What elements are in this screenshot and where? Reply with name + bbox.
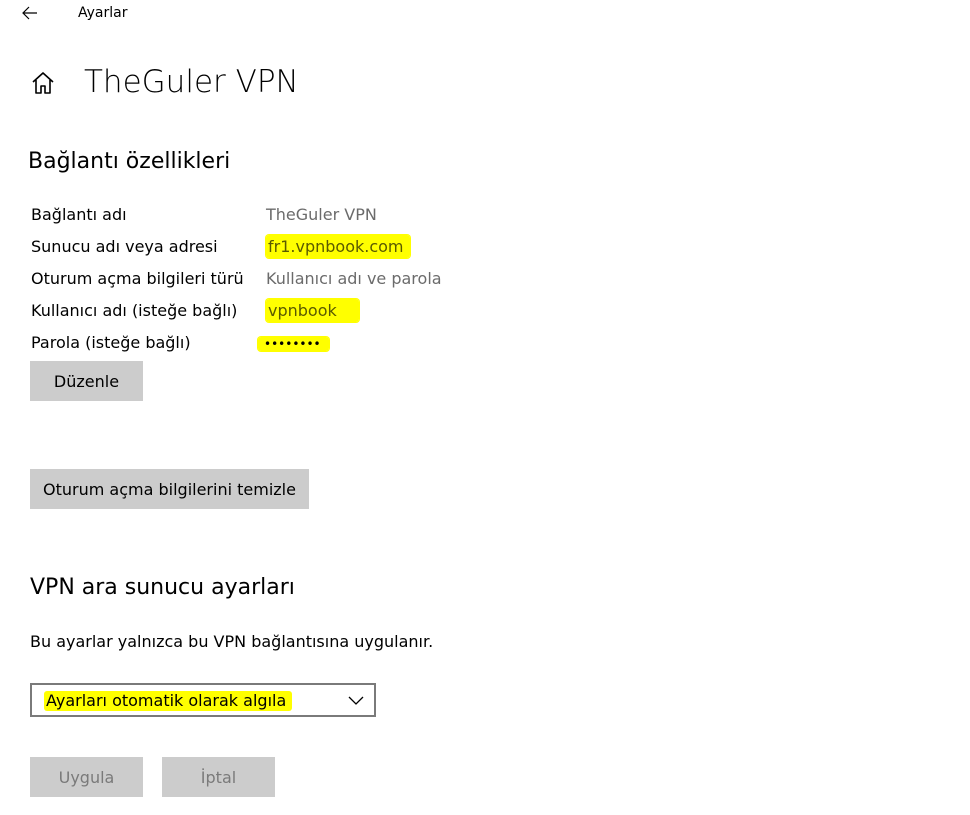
username-text: vpnbook <box>266 299 359 322</box>
clear-signin-info-button[interactable]: Oturum açma bilgilerini temizle <box>30 469 309 509</box>
apply-button[interactable]: Uygula <box>30 757 143 797</box>
connection-properties-heading: Bağlantı özellikleri <box>28 149 231 174</box>
back-button[interactable] <box>14 0 46 26</box>
password-text: •••••••• <box>258 337 329 351</box>
home-icon[interactable] <box>30 70 56 96</box>
proxy-settings-dropdown[interactable]: Ayarları otomatik olarak algıla <box>30 683 376 717</box>
edit-button[interactable]: Düzenle <box>30 361 143 401</box>
username-label: Kullanıcı adı (isteğe bağlı) <box>31 301 238 320</box>
server-address-label: Sunucu adı veya adresi <box>31 237 218 256</box>
username-value: vpnbook <box>266 299 359 322</box>
chevron-down-icon <box>348 696 364 705</box>
server-address-value: fr1.vpnbook.com <box>266 235 410 258</box>
password-label: Parola (isteğe bağlı) <box>31 333 191 352</box>
proxy-dropdown-value: Ayarları otomatik olarak algıla <box>44 691 293 711</box>
vpn-proxy-heading: VPN ara sunucu ayarları <box>30 575 295 600</box>
proxy-description: Bu ayarlar yalnızca bu VPN bağlantısına … <box>30 632 434 651</box>
cancel-button[interactable]: İptal <box>162 757 275 797</box>
connection-name-label: Bağlantı adı <box>31 205 127 224</box>
back-arrow-icon <box>22 6 37 20</box>
server-address-text: fr1.vpnbook.com <box>266 235 410 258</box>
connection-name-value: TheGuler VPN <box>266 205 377 224</box>
signin-info-type-label: Oturum açma bilgileri türü <box>31 269 244 288</box>
signin-info-type-value: Kullanıcı adı ve parola <box>266 269 442 288</box>
password-value: •••••••• <box>258 333 329 354</box>
app-title: Ayarlar <box>78 5 128 21</box>
page-title: TheGuler VPN <box>84 64 299 100</box>
